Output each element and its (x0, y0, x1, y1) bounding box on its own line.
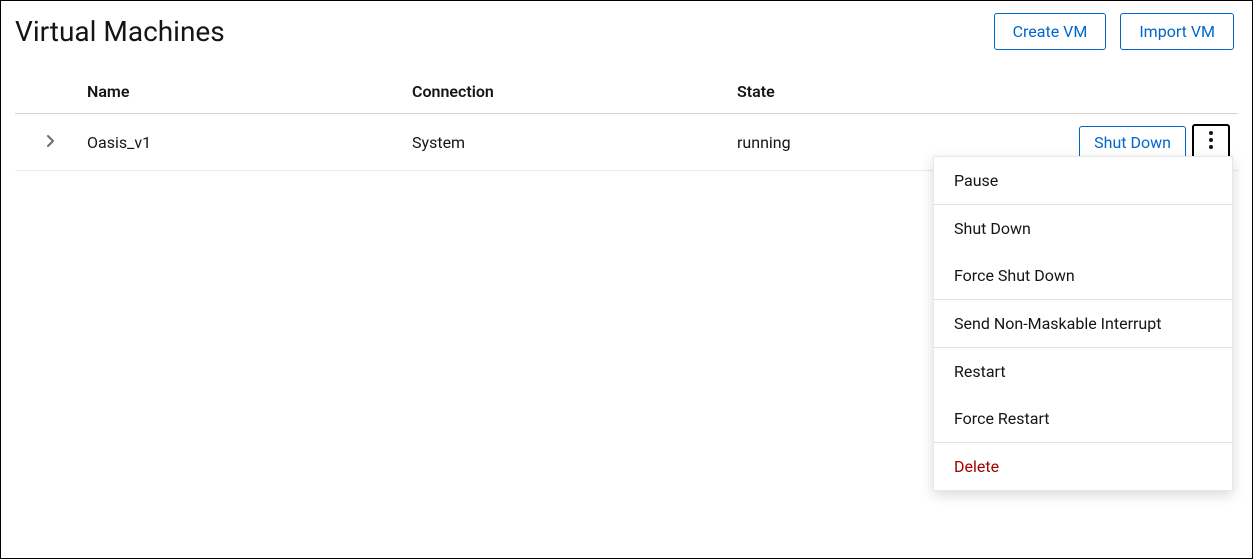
table-header: Name Connection State (15, 70, 1238, 114)
dropdown-item-pause[interactable]: Pause (934, 157, 1232, 204)
kebab-icon (1209, 131, 1213, 153)
vm-state-cell: running (737, 133, 1038, 152)
vm-connection-cell: System (412, 133, 737, 152)
dropdown-item-shutdown[interactable]: Shut Down (934, 204, 1232, 252)
chevron-right-icon (46, 133, 56, 152)
dropdown-item-delete[interactable]: Delete (934, 442, 1232, 490)
dropdown-item-nmi[interactable]: Send Non-Maskable Interrupt (934, 299, 1232, 347)
column-header-name: Name (87, 82, 412, 101)
dropdown-item-restart[interactable]: Restart (934, 347, 1232, 395)
column-header-state: State (737, 82, 1038, 101)
expand-row-button[interactable] (15, 133, 87, 152)
row-actions-menu-button[interactable] (1192, 124, 1230, 160)
row-actions-dropdown: Pause Shut Down Force Shut Down Send Non… (933, 156, 1233, 491)
create-vm-button[interactable]: Create VM (994, 13, 1107, 50)
page-title: Virtual Machines (15, 15, 225, 48)
vm-name-cell: Oasis_v1 (87, 133, 412, 152)
column-header-connection: Connection (412, 82, 737, 101)
shutdown-button[interactable]: Shut Down (1079, 126, 1186, 159)
dropdown-item-force-shutdown[interactable]: Force Shut Down (934, 252, 1232, 299)
import-vm-button[interactable]: Import VM (1120, 13, 1234, 50)
dropdown-item-force-restart[interactable]: Force Restart (934, 395, 1232, 442)
